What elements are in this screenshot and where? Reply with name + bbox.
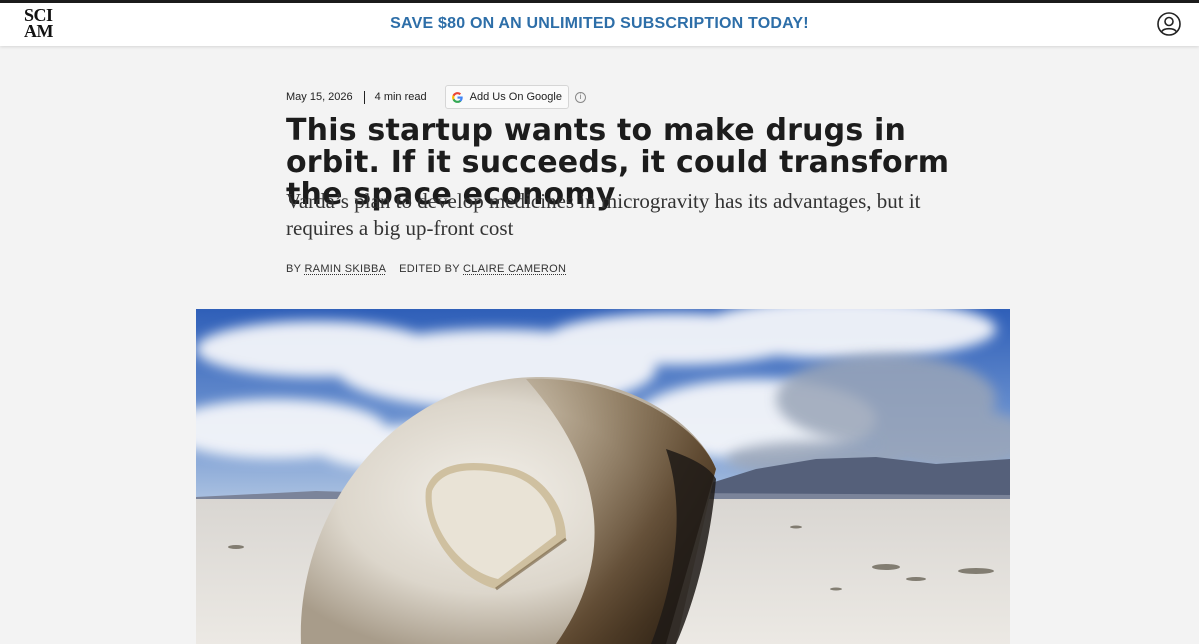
add-us-on-google-label: Add Us On Google [469,91,562,103]
by-prefix: BY [286,263,302,275]
add-us-on-google-button[interactable]: Add Us On Google [444,85,569,109]
read-time: 4 min read [374,91,427,103]
hero-image [196,309,1010,644]
meta-divider [363,90,365,104]
site-header: SCI AM SAVE $80 ON AN UNLIMITED SUBSCRIP… [0,3,1199,46]
author-link[interactable]: RAMIN SKIBBA [304,263,385,275]
google-icon [451,91,463,103]
editor-link[interactable]: CLAIRE CAMERON [463,263,566,275]
edited-prefix: EDITED BY [399,263,460,275]
info-icon[interactable]: i [574,91,586,103]
article-meta: May 15, 2026 4 min read Add Us On Google… [286,85,586,109]
subscription-promo-link[interactable]: SAVE $80 ON AN UNLIMITED SUBSCRIPTION TO… [0,15,1199,33]
byline: BY RAMIN SKIBBA EDITED BY CLAIRE CAMERON [286,263,566,275]
reentry-capsule-photo [196,309,1010,644]
user-circle-icon[interactable] [1157,12,1181,36]
article-subtitle: Varda’s plan to develop medicines in mic… [286,189,921,240]
publish-date: May 15, 2026 [286,91,353,103]
